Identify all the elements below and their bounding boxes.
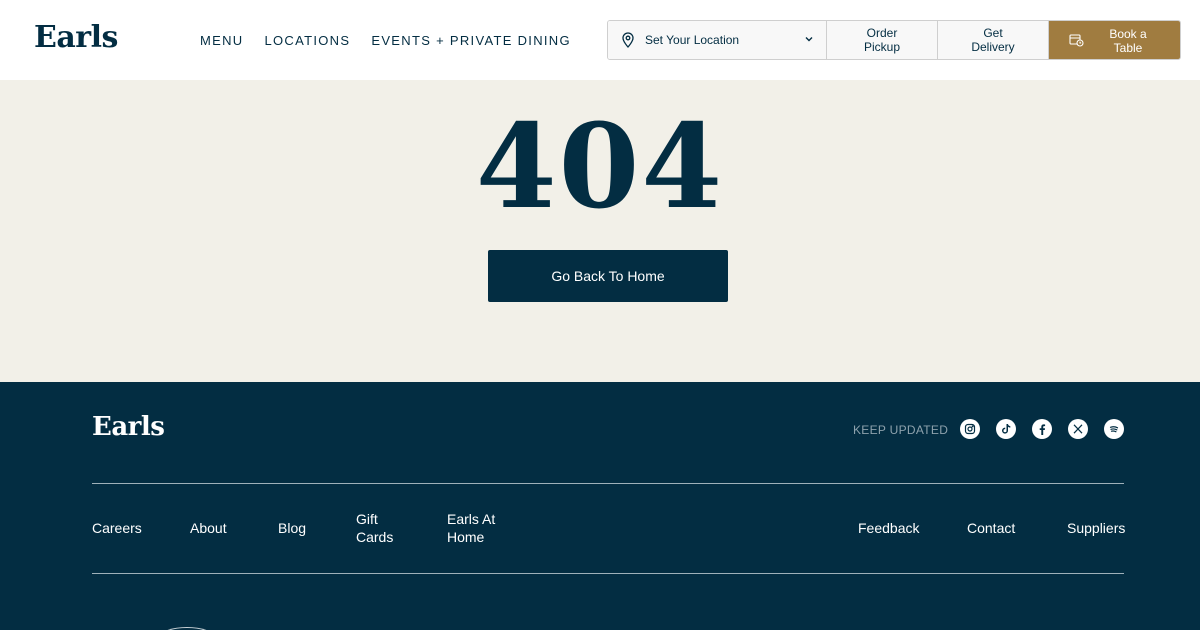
footer-link-contact[interactable]: Contact bbox=[967, 519, 1015, 537]
keep-updated-label: KEEP UPDATED bbox=[853, 423, 949, 437]
tiktok-icon[interactable] bbox=[996, 419, 1016, 439]
footer-divider-bottom bbox=[92, 573, 1124, 574]
footer-link-gift-cards[interactable]: Gift Cards bbox=[356, 510, 406, 546]
footer-link-blog[interactable]: Blog bbox=[278, 519, 306, 537]
spotify-icon[interactable] bbox=[1104, 419, 1124, 439]
error-code: 404 bbox=[475, 99, 725, 235]
main-nav: MENU LOCATIONS EVENTS + PRIVATE DINING bbox=[200, 33, 571, 48]
header-actions: Set Your Location Order Pickup Get Deliv… bbox=[607, 20, 1181, 60]
site-header: Earls MENU LOCATIONS EVENTS + PRIVATE DI… bbox=[0, 0, 1200, 80]
location-label: Set Your Location bbox=[645, 33, 740, 47]
book-table-button[interactable]: Book a Table bbox=[1049, 21, 1180, 59]
footer-link-about[interactable]: About bbox=[190, 519, 227, 537]
error-section: 404 Go Back To Home bbox=[0, 80, 1200, 382]
footer-link-earls-at-home[interactable]: Earls At Home bbox=[447, 510, 507, 546]
footer-link-feedback[interactable]: Feedback bbox=[858, 519, 919, 537]
instagram-icon[interactable] bbox=[960, 419, 980, 439]
map-pin-icon bbox=[622, 32, 634, 48]
location-selector[interactable]: Set Your Location bbox=[608, 21, 827, 59]
brand-logo[interactable]: Earls bbox=[34, 20, 118, 55]
order-pickup-label: Order Pickup bbox=[863, 26, 901, 54]
calendar-clock-icon bbox=[1069, 34, 1084, 47]
footer-divider bbox=[92, 483, 1124, 484]
get-delivery-button[interactable]: Get Delivery bbox=[938, 21, 1049, 59]
footer-link-careers[interactable]: Careers bbox=[92, 519, 142, 537]
x-icon[interactable] bbox=[1068, 419, 1088, 439]
book-table-label: Book a Table bbox=[1109, 27, 1147, 55]
chevron-down-icon bbox=[805, 37, 813, 42]
nav-menu[interactable]: MENU bbox=[200, 33, 243, 48]
nav-locations[interactable]: LOCATIONS bbox=[264, 33, 350, 48]
go-back-home-button[interactable]: Go Back To Home bbox=[488, 250, 728, 302]
footer-logo[interactable]: Earls bbox=[92, 412, 165, 442]
get-delivery-label: Get Delivery bbox=[971, 26, 1015, 54]
facebook-icon[interactable] bbox=[1032, 419, 1052, 439]
footer-link-suppliers[interactable]: Suppliers bbox=[1067, 519, 1125, 537]
social-links bbox=[960, 419, 1124, 439]
nav-events-private-dining[interactable]: EVENTS + PRIVATE DINING bbox=[371, 33, 571, 48]
site-footer: Earls KEEP UPDATED Careers About Blog Gi… bbox=[0, 382, 1200, 630]
order-pickup-button[interactable]: Order Pickup bbox=[827, 21, 938, 59]
